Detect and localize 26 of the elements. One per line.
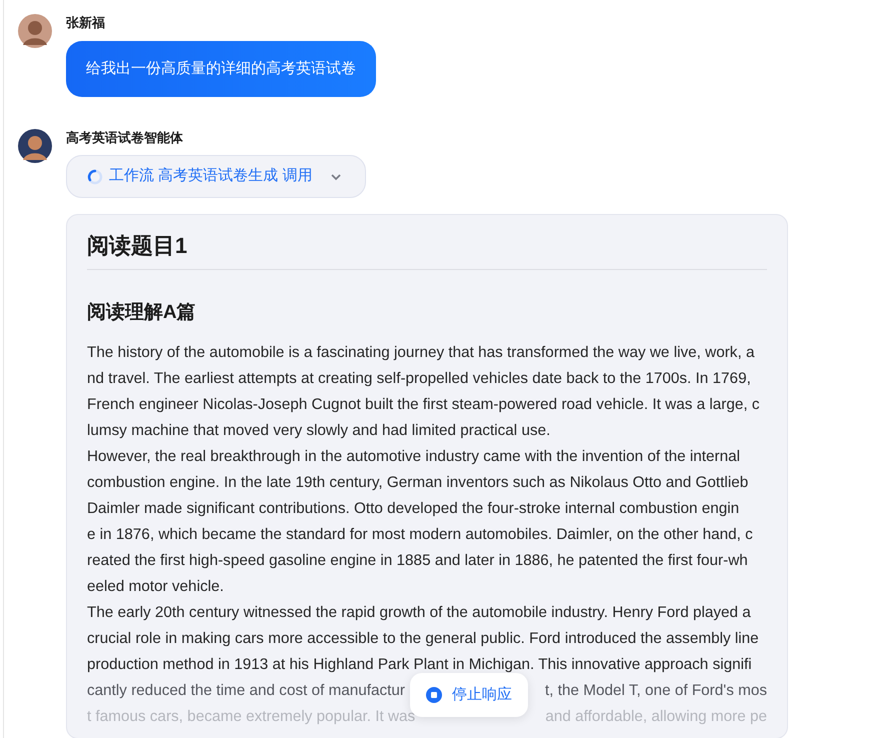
stop-icon (426, 687, 442, 703)
paragraph-line: The history of the automobile is a fascinating journey that has transformed the way we live, work, a (87, 343, 754, 363)
paragraph-line: The early 20th century witnessed the rapid growth of the automobile industry. Henry Ford played a (87, 603, 751, 623)
paragraph-line: Daimler made significant contributions. Otto developed the four-stroke internal combustion engin (87, 499, 740, 519)
paragraph-line: eeled motor vehicle. (87, 577, 224, 597)
paragraph-line: t, the Model T, one of Ford's mos (545, 681, 767, 701)
paragraph-line: nd travel. The earliest attempts at creating self-propelled vehicles date back to the 1700s. In 1769, (87, 369, 751, 389)
spinner-icon (87, 168, 103, 184)
paragraph-line: production method in 1913 at his Highland Park Plant in Michigan. This innovative approach signifi (87, 655, 752, 675)
message-bubble: 给我出一份高质量的详细的高考英语试卷 (66, 41, 376, 97)
paragraph-line: cantly reduced the time and cost of manufactur (87, 681, 406, 701)
paragraph-line: crucial role in making cars more accessible to the general public. Ford introduced the assembly line (87, 629, 759, 649)
paragraph-line: combustion engine. In the late 19th century, German inventors such as Nikolaus Otto and Gottlieb (87, 473, 748, 493)
paragraph-line: reated the first high-speed gasoline engine in 1885 and later in 1886, he patented the first four-wh (87, 551, 748, 571)
paragraph-line: e in 1876, which became the standard for most modern automobiles. Daimler, on the other hand, c (87, 525, 753, 545)
avatar-icon (18, 14, 52, 48)
paragraph-line: and affordable, allowing more pe (545, 707, 767, 727)
sender-name: 高考英语试卷智能体 (66, 130, 184, 146)
document-heading: 阅读题目1 (87, 232, 188, 260)
paragraph-line: However, the real breakthrough in the automotive industry came with the invention of the internal (87, 447, 740, 467)
document-subheading: 阅读理解A篇 (87, 301, 197, 325)
paragraph-line: lumsy machine that moved very slowly and had limited practical use. (87, 421, 550, 441)
workflow-pill[interactable]: 工作流 高考英语试卷生成 调用 (66, 155, 366, 198)
sender-name: 张新福 (66, 15, 106, 31)
avatar-icon (18, 129, 52, 163)
paragraph-line: French engineer Nicolas-Joseph Cugnot built the first steam-powered road vehicle. It was a large, c (87, 395, 760, 415)
